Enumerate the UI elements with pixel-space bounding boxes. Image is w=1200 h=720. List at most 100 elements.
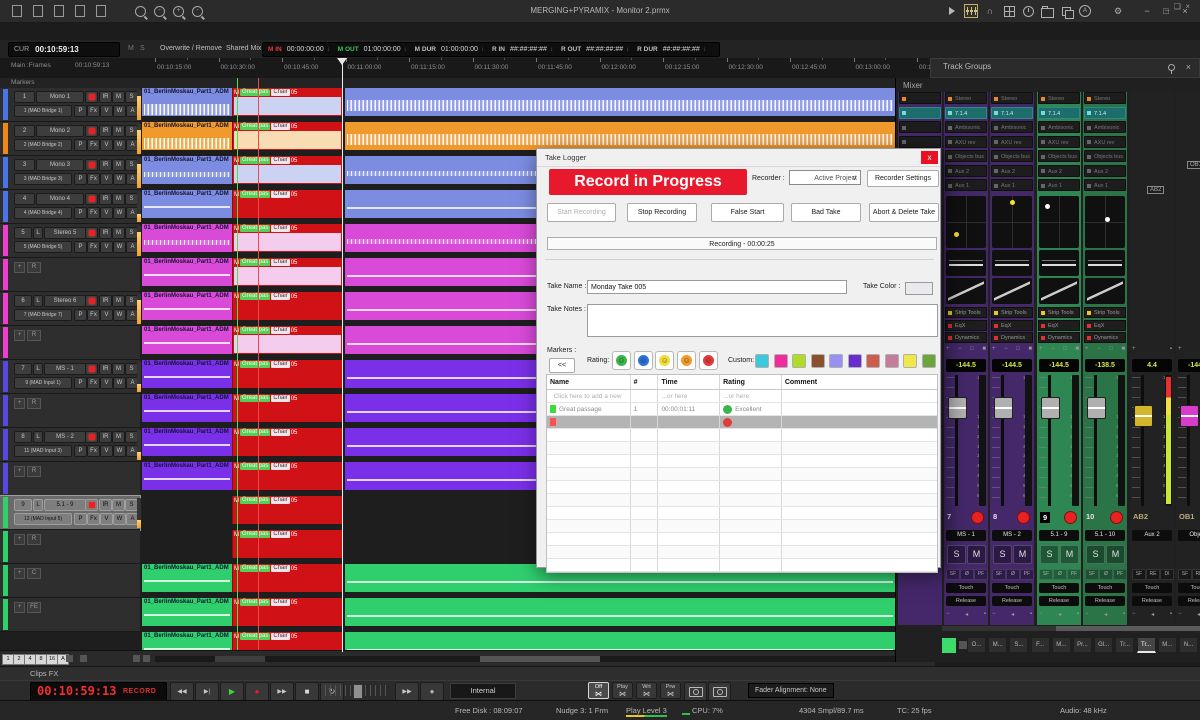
track-ir-button[interactable]: IR — [99, 159, 112, 171]
track-record-button[interactable] — [85, 295, 98, 307]
strip-pf-button[interactable]: PF — [1067, 569, 1081, 580]
marker-chip[interactable]: Chair — [271, 293, 289, 300]
linked-track-tag[interactable]: R — [27, 534, 41, 545]
track-p-button[interactable]: P — [74, 241, 87, 253]
bus-button[interactable]: Objects bus — [1038, 150, 1080, 162]
strip-number[interactable]: AB2 — [1133, 512, 1148, 521]
track-header[interactable]: 5LStereo 5IRMS5 (MAD Bridge 5)PFxVWA — [0, 224, 140, 258]
touch-button[interactable]: Touch — [1085, 583, 1125, 593]
stop-button[interactable]: ■ — [295, 682, 319, 701]
bus-button[interactable]: Ambisonic — [1038, 121, 1080, 133]
audio-clip[interactable]: 01_BerlinMoskau_Part1_ADM — [142, 122, 232, 150]
track-record-button[interactable] — [85, 227, 98, 239]
pin-icon[interactable] — [1168, 64, 1175, 71]
mixer-tab[interactable]: S... — [1009, 637, 1028, 653]
bus-button[interactable]: 7.1.4 — [945, 107, 987, 119]
record-clip[interactable]: MGreat pasChair05 — [232, 360, 343, 388]
strip-bottom-icons[interactable]: −◂▪ — [1039, 611, 1079, 618]
mixer-tab[interactable]: Tr... — [1137, 637, 1156, 653]
marker-chip[interactable]: Chair — [271, 429, 289, 436]
scrollbar-thumb[interactable] — [480, 656, 600, 662]
proc-button[interactable]: EqX — [1084, 320, 1126, 331]
strip-pf-button[interactable]: PF — [974, 569, 988, 580]
audio-clip[interactable] — [345, 598, 895, 626]
recorder-settings-button[interactable]: Recorder Settings — [867, 170, 939, 187]
audio-clip[interactable]: 01_BerlinMoskau_Part1_ADM — [142, 428, 232, 456]
proc-button[interactable]: EqX — [1038, 320, 1080, 331]
strip-mute-button[interactable]: M — [1106, 545, 1125, 564]
track-m-button[interactable]: M — [112, 499, 125, 511]
track-ir-button[interactable]: IR — [99, 227, 112, 239]
mixer-scrollbar[interactable] — [942, 626, 1200, 631]
marker-chip[interactable]: Chair — [271, 89, 289, 96]
track-name[interactable]: Mono 3 — [36, 159, 84, 171]
dialog-title-bar[interactable]: Take Logger — [537, 149, 940, 167]
bus-button[interactable]: Ambisonic — [991, 121, 1033, 133]
marker-chip[interactable]: Chair — [271, 633, 289, 640]
marker-chip[interactable]: Great pas — [240, 531, 270, 538]
marker-chip[interactable]: Chair — [271, 565, 289, 572]
take-color-swatch[interactable] — [905, 282, 933, 295]
release-button[interactable]: Release — [1132, 596, 1172, 606]
track-w-button[interactable]: W — [113, 377, 126, 389]
track-v-button[interactable]: V — [100, 309, 113, 321]
audio-clip[interactable]: 01_BerlinMoskau_Part1_ADM — [142, 598, 232, 626]
field-value[interactable]: 01:00:00:00 — [441, 46, 478, 53]
strip-number[interactable]: 9 — [1040, 512, 1050, 523]
audio-clip[interactable]: 01_BerlinMoskau_Part1_ADM — [142, 190, 232, 218]
track-m-button[interactable]: M — [112, 295, 125, 307]
marker-chip[interactable]: Great pas — [240, 259, 270, 266]
marker-chip[interactable]: Chair — [271, 599, 289, 606]
track-channel-tag[interactable]: L — [33, 363, 43, 375]
field-value[interactable]: ##:##:##:## — [510, 46, 547, 53]
marker-chip[interactable]: Great pas — [240, 429, 270, 436]
marker-chip[interactable]: Great pas — [240, 463, 270, 470]
mixer-tab[interactable]: N... — [1179, 637, 1198, 653]
track-v-button[interactable]: V — [100, 207, 113, 219]
marker-chip[interactable]: Chair — [271, 327, 289, 334]
bus-button[interactable]: AXU rev — [991, 136, 1033, 148]
fader-cap[interactable] — [994, 397, 1013, 419]
track-name[interactable]: 5.1 - 9 — [44, 499, 86, 511]
release-button[interactable]: Release — [946, 596, 986, 606]
close-panel-icon[interactable]: × — [1186, 62, 1191, 72]
track-number[interactable]: 5 — [14, 227, 32, 239]
marker-chip[interactable]: Great pas — [240, 225, 270, 232]
automation-off-button[interactable]: Off⋈ — [588, 682, 609, 699]
track-header[interactable]: +R — [0, 258, 140, 292]
shared-mix-label[interactable]: Shared Mix — [226, 45, 261, 52]
width-pad[interactable] — [1039, 250, 1079, 276]
proc-button[interactable]: Dynamics — [991, 332, 1033, 343]
track-name[interactable]: Stereo 6 — [44, 295, 86, 307]
proc-button[interactable]: Strip Tools — [991, 307, 1033, 318]
track-m-button[interactable]: M — [112, 431, 125, 443]
record-clip[interactable]: MGreat pasChair05 — [232, 156, 343, 184]
strip-ø-button[interactable]: Ø — [960, 569, 974, 580]
marker-chip[interactable]: Great pas — [240, 327, 270, 334]
bus-button[interactable]: Aux 2 — [1038, 165, 1080, 177]
strip-re-button[interactable]: RE — [1146, 569, 1160, 580]
record-clip[interactable]: MGreat pasChair05 — [232, 530, 343, 558]
record-button[interactable]: ● — [245, 682, 269, 701]
track-v-button[interactable]: V — [100, 173, 113, 185]
track-w-button[interactable]: W — [113, 105, 126, 117]
track-p-button[interactable]: P — [74, 207, 87, 219]
rating-face-button[interactable]: ☺ — [655, 351, 674, 370]
record-clip[interactable]: MGreat pasChair05 — [232, 632, 343, 650]
strip-sf-button[interactable]: SF — [1085, 569, 1099, 580]
track-p-button[interactable]: P — [74, 309, 87, 321]
spinner-icon[interactable]: ↕ — [404, 47, 407, 53]
strip-bottom-icons[interactable]: −◂▪ — [946, 611, 986, 618]
track-number[interactable]: 6 — [14, 295, 32, 307]
strip-name[interactable]: 5.1 - 10 — [1085, 530, 1125, 541]
table-row[interactable] — [547, 546, 937, 559]
jog-slider[interactable] — [325, 685, 387, 696]
sync-source-display[interactable]: Internal — [450, 683, 516, 699]
bus-button[interactable]: Objects bus — [1084, 150, 1126, 162]
marker-chip[interactable]: Great pas — [240, 395, 270, 402]
custom-color-button[interactable] — [829, 354, 843, 368]
linked-track-tag[interactable]: R — [27, 466, 41, 477]
spinner-icon[interactable]: ↕ — [550, 47, 553, 53]
track-number[interactable]: 7 — [14, 363, 32, 375]
strip-bottom-icons[interactable]: −◂▪ — [1132, 611, 1172, 618]
